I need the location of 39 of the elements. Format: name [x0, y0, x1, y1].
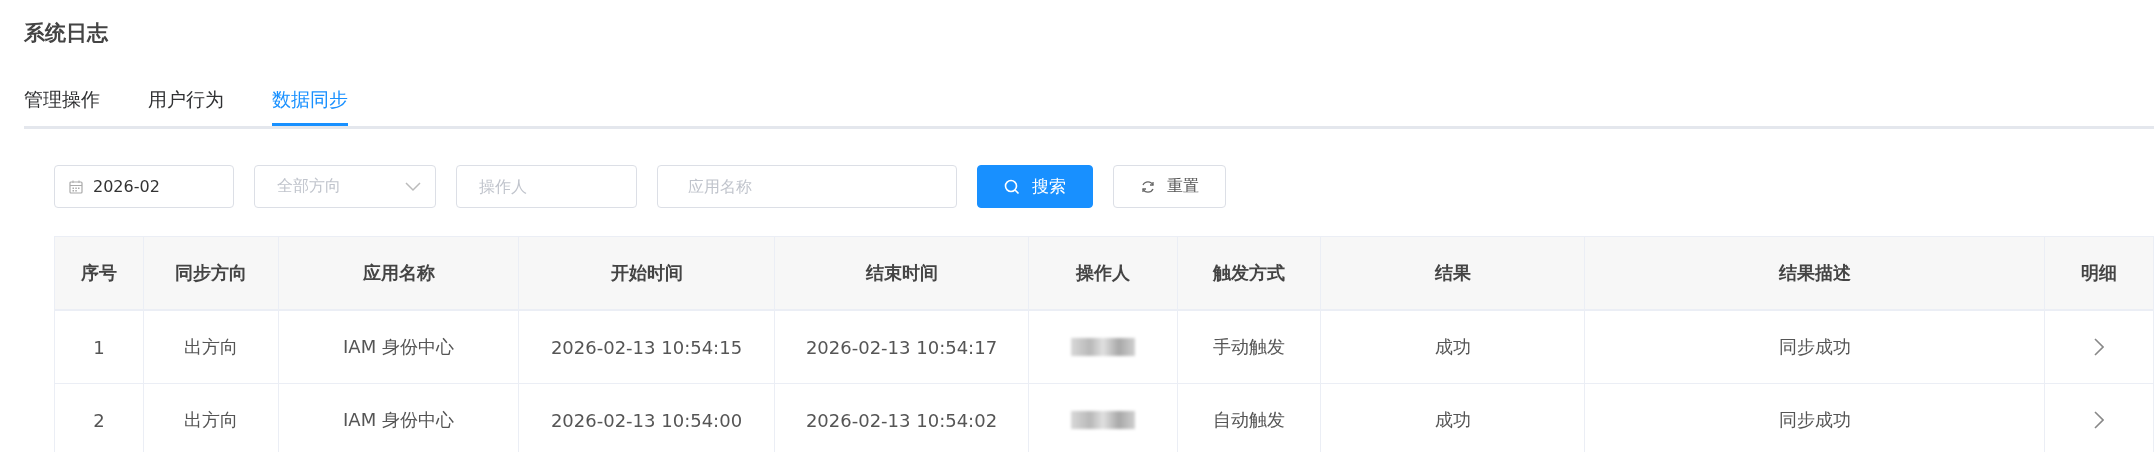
- operator-field[interactable]: 操作人: [456, 165, 637, 208]
- table-cell: 同步成功: [1585, 384, 2045, 452]
- search-icon: [1004, 178, 1020, 195]
- table-cell: 成功: [1321, 384, 1585, 452]
- column-header: 同步方向: [144, 237, 279, 309]
- table-cell: 2026-02-13 10:54:02: [775, 384, 1029, 452]
- calendar-icon: [69, 179, 83, 194]
- table-cell: IAM 身份中心: [279, 384, 519, 452]
- column-header: 操作人: [1029, 237, 1178, 309]
- reset-button[interactable]: 重置: [1113, 165, 1226, 208]
- refresh-icon: [1140, 179, 1155, 194]
- column-header: 序号: [55, 237, 144, 309]
- table-cell: 1: [55, 311, 144, 383]
- tab[interactable]: 管理操作: [24, 76, 100, 126]
- app-name-field[interactable]: 应用名称: [657, 165, 957, 208]
- chevron-right-icon[interactable]: [2094, 411, 2104, 429]
- table-cell: 同步成功: [1585, 311, 2045, 383]
- column-header: 明细: [2080, 261, 2118, 285]
- column-header: 应用名称: [279, 237, 519, 309]
- table-cell: 2026-02-13 10:54:17: [775, 311, 1029, 383]
- tab[interactable]: 用户行为: [148, 76, 224, 126]
- table-cell: 手动触发: [1178, 311, 1321, 383]
- page-title: 系统日志: [24, 20, 108, 47]
- month-picker[interactable]: 2026-02: [54, 165, 234, 208]
- column-header: 结束时间: [775, 237, 1029, 309]
- table-cell: 2026-02-13 10:54:15: [519, 311, 775, 383]
- chevron-right-icon[interactable]: [2094, 338, 2104, 356]
- table-cell: 2026-02-13 10:54:00: [519, 384, 775, 452]
- table-cell: 出方向: [144, 384, 279, 452]
- table-cell: IAM 身份中心: [279, 311, 519, 383]
- column-header: 结果描述: [1585, 237, 2045, 309]
- table-cell: 成功: [1321, 311, 1585, 383]
- column-header: 结果: [1321, 237, 1585, 309]
- column-header: 触发方式: [1178, 237, 1321, 309]
- table-cell: 2: [55, 384, 144, 452]
- table-cell: 出方向: [144, 311, 279, 383]
- chevron-down-icon: [405, 181, 421, 192]
- column-header: 开始时间: [519, 237, 775, 309]
- table-cell: 自动触发: [1178, 384, 1321, 452]
